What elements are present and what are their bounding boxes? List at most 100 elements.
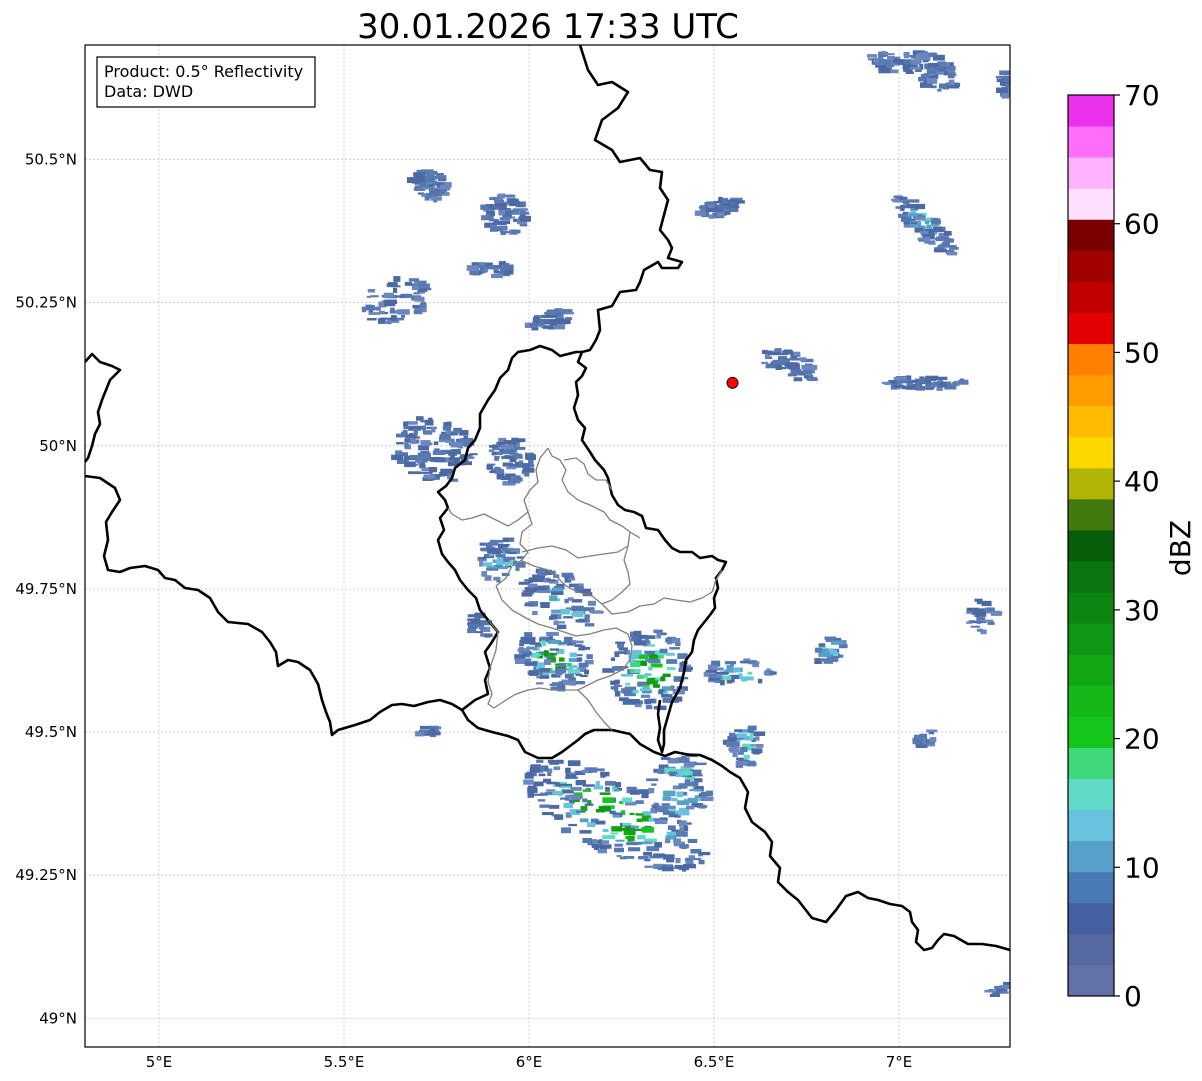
- echo-cell: [529, 583, 538, 588]
- echo-cell: [708, 214, 715, 219]
- echo-cell: [814, 647, 822, 653]
- echo-cell: [415, 731, 425, 737]
- echo-cell: [887, 55, 895, 60]
- echo-cell: [779, 366, 787, 370]
- echo-cell: [909, 66, 921, 70]
- echo-cell: [430, 728, 436, 733]
- echo-cell: [622, 822, 632, 826]
- echo-cell: [915, 216, 926, 221]
- echo-cell: [514, 658, 525, 664]
- echo-cell: [615, 782, 622, 788]
- echo-cell: [667, 667, 676, 671]
- colorbar-segments: [1068, 95, 1114, 997]
- echo-cell: [428, 184, 434, 188]
- echo-cell: [577, 657, 583, 662]
- echo-cell: [532, 316, 540, 323]
- echo-cell: [893, 376, 907, 381]
- echo-cell: [598, 806, 611, 812]
- echo-cell: [639, 688, 652, 692]
- echo-cell: [749, 733, 754, 739]
- echo-cell: [481, 571, 488, 577]
- echo-cell: [623, 829, 636, 836]
- echo-cell: [660, 757, 671, 760]
- echo-cell: [935, 376, 948, 380]
- echo-cell: [595, 781, 600, 787]
- echo-cell: [524, 661, 538, 666]
- echo-cell: [910, 379, 919, 383]
- echo-cell: [568, 577, 576, 581]
- echo-cell: [520, 637, 534, 644]
- echo-cell: [644, 699, 652, 705]
- echo-cell: [952, 382, 957, 388]
- echo-cell: [587, 600, 596, 606]
- echo-cell: [699, 851, 711, 856]
- echo-cell: [910, 59, 921, 65]
- echo-cell: [546, 579, 556, 582]
- colorbar-tick-label: 20: [1124, 723, 1160, 756]
- echo-cell: [711, 660, 720, 666]
- echo-cell: [939, 83, 948, 89]
- echo-cell: [659, 648, 668, 653]
- echo-cell: [689, 789, 702, 792]
- echo-cell: [875, 64, 887, 68]
- echo-cell: [369, 312, 380, 315]
- echo-cell: [578, 647, 584, 651]
- echo-cell: [558, 662, 566, 668]
- echo-cell: [676, 831, 688, 837]
- echo-cell: [705, 670, 718, 673]
- echo-cell: [549, 804, 560, 809]
- echo-cell: [622, 699, 636, 705]
- echo-cell: [432, 450, 445, 455]
- echo-cell: [407, 177, 420, 183]
- echo-cell: [911, 224, 919, 227]
- echo-cell: [395, 450, 403, 456]
- echo-cell: [744, 738, 754, 741]
- echo-cell: [527, 793, 534, 798]
- echo-cell: [945, 245, 957, 248]
- echo-cell: [485, 214, 491, 218]
- echo-cell: [413, 309, 423, 315]
- colorbar-segment: [1068, 840, 1114, 873]
- colorbar-segment: [1068, 529, 1114, 562]
- echo-cell: [765, 364, 778, 369]
- echo-cell: [484, 633, 493, 637]
- echo-cell: [532, 321, 537, 328]
- echo-cell: [738, 673, 743, 680]
- echo-cell: [421, 454, 431, 458]
- echo-cell: [915, 386, 925, 391]
- echo-cell: [675, 774, 682, 778]
- echo-cell: [642, 685, 650, 689]
- echo-cell: [623, 690, 631, 695]
- echo-cell: [541, 573, 548, 576]
- echo-cell: [558, 657, 565, 662]
- echo-cell: [408, 278, 419, 282]
- echo-cell: [491, 273, 503, 279]
- echo-cell: [976, 601, 990, 605]
- colorbar-ticks: 0 10 20 30 40 50 60 70: [1114, 79, 1160, 1013]
- echo-cell: [423, 474, 436, 479]
- echo-cell: [542, 812, 554, 816]
- echo-cell: [838, 654, 844, 658]
- echo-cell: [414, 282, 419, 285]
- lat-tick-label: 50°N: [39, 437, 77, 455]
- echo-cell: [409, 432, 414, 437]
- echo-cell: [688, 797, 698, 804]
- echo-cell: [671, 638, 681, 644]
- echo-cell: [546, 310, 557, 316]
- echo-cell: [656, 632, 661, 639]
- echo-cell: [535, 575, 545, 580]
- colorbar-segment: [1068, 685, 1114, 717]
- echo-cell: [641, 841, 653, 845]
- radar-map-figure: 30.01.2026 17:33 UTC Product: 0.5° Refle…: [15, 7, 1197, 1071]
- echo-cell: [458, 430, 469, 436]
- echo-cell: [370, 295, 379, 298]
- echo-cell: [937, 88, 942, 92]
- echo-cell: [558, 759, 564, 764]
- echo-cell: [467, 614, 479, 618]
- echo-cell: [662, 796, 672, 801]
- echo-cell: [500, 232, 506, 235]
- echo-cell: [554, 814, 564, 820]
- echo-cell: [545, 791, 553, 795]
- lon-tick-label: 7°E: [886, 1053, 913, 1071]
- echo-cell: [504, 549, 510, 554]
